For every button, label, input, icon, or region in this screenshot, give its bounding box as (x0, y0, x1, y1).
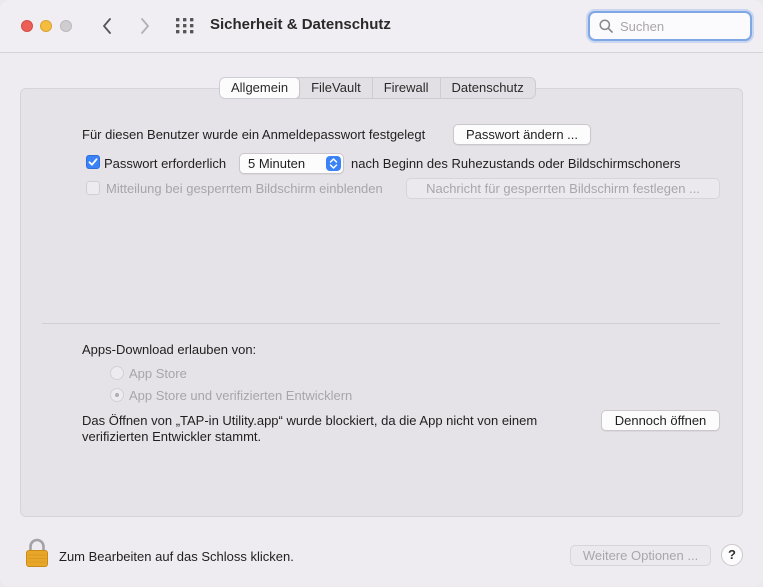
require-password-checkbox[interactable] (86, 155, 100, 169)
set-lock-message-button[interactable]: Nachricht für gesperrten Bildschirm fest… (406, 178, 720, 199)
downloads-heading: Apps-Download erlauben von: (82, 342, 257, 357)
lock-message-label: Mitteilung bei gesperrtem Bildschirm ein… (106, 181, 383, 196)
password-delay-value: 5 Minuten (248, 156, 306, 171)
login-password-text: Für diesen Benutzer wurde ein Anmeldepas… (82, 127, 426, 142)
back-button[interactable] (96, 14, 118, 38)
chevron-right-icon (141, 18, 149, 34)
checkmark-icon (88, 158, 98, 166)
zoom-button[interactable] (60, 20, 72, 32)
lock-hint-text: Zum Bearbeiten auf das Schloss klicken. (59, 549, 294, 564)
show-all-grid-icon[interactable] (176, 18, 194, 34)
require-password-label: Passwort erforderlich (104, 156, 227, 171)
radio-app-store-verified[interactable] (110, 388, 124, 402)
tab-bar: Allgemein FileVault Firewall Datenschutz (219, 77, 536, 99)
blocked-app-message-line1: Das Öffnen von „TAP-in Utility.app“ wurd… (82, 413, 538, 428)
updown-arrows-icon (326, 156, 341, 171)
tab-firewall[interactable]: Firewall (373, 78, 441, 98)
search-input[interactable] (620, 17, 740, 35)
content-panel (20, 88, 743, 517)
minimize-button[interactable] (40, 20, 52, 32)
blocked-app-message-line2: verifizierten Entwickler stammt. (82, 429, 262, 444)
close-button[interactable] (21, 20, 33, 32)
tab-filevault[interactable]: FileVault (300, 78, 373, 98)
require-password-suffix: nach Beginn des Ruhezustands oder Bildsc… (351, 156, 681, 171)
section-divider (42, 323, 720, 324)
radio-app-store-label: App Store (129, 366, 187, 381)
titlebar: Sicherheit & Datenschutz (0, 0, 763, 53)
lock-icon[interactable] (25, 538, 49, 568)
search-field[interactable] (588, 11, 752, 41)
chevron-left-icon (103, 18, 111, 34)
change-password-button[interactable]: Passwort ändern ... (453, 124, 591, 145)
advanced-options-button[interactable]: Weitere Optionen ... (570, 545, 711, 566)
lock-message-checkbox[interactable] (86, 181, 100, 195)
radio-app-store[interactable] (110, 366, 124, 380)
window-title: Sicherheit & Datenschutz (210, 16, 391, 33)
tab-allgemein[interactable]: Allgemein (219, 78, 301, 98)
radio-app-store-verified-label: App Store und verifizierten Entwicklern (129, 388, 353, 403)
forward-button[interactable] (134, 14, 156, 38)
window: Sicherheit & Datenschutz Allgemein FileV… (0, 0, 763, 587)
open-anyway-button[interactable]: Dennoch öffnen (601, 410, 720, 431)
tab-datenschutz[interactable]: Datenschutz (441, 78, 535, 98)
password-delay-select[interactable]: 5 Minuten (239, 153, 344, 174)
search-icon (599, 19, 613, 33)
help-button[interactable]: ? (721, 544, 743, 566)
